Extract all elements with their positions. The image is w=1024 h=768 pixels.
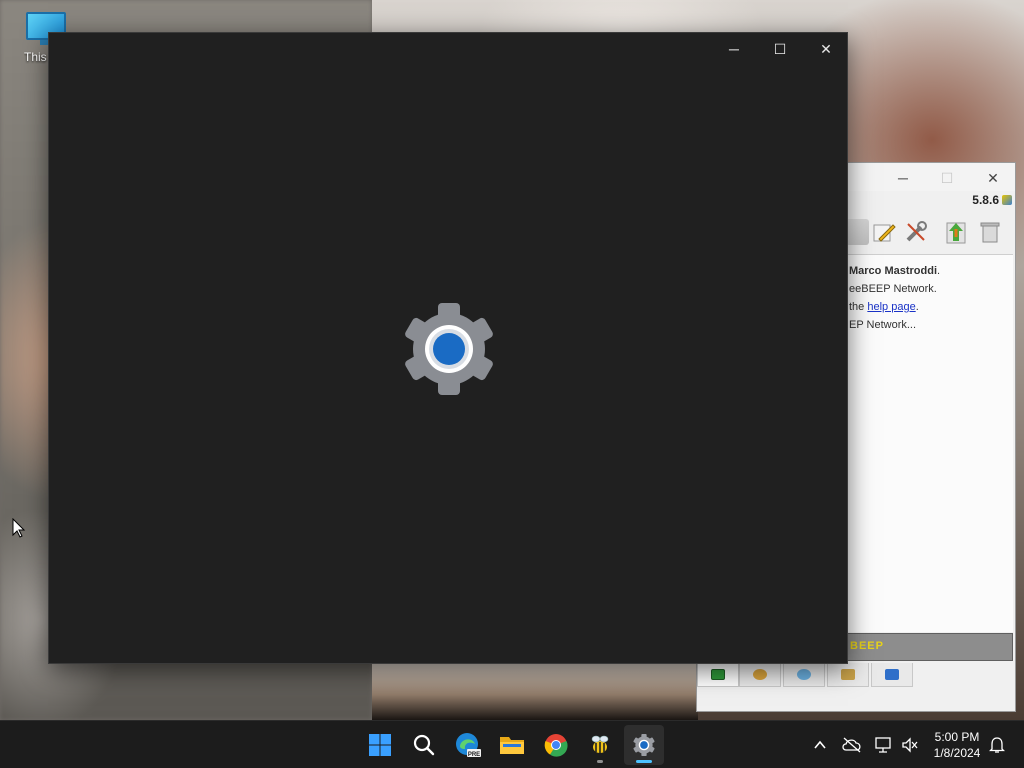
- settings-gear-icon: [633, 733, 655, 757]
- chrome-icon[interactable]: [536, 725, 576, 765]
- svg-text:PRE: PRE: [468, 752, 480, 758]
- bee-icon[interactable]: [580, 725, 620, 765]
- clock-date: 1/8/2024: [933, 746, 981, 760]
- edit-pencil-icon[interactable]: [871, 219, 897, 245]
- chevron-up-icon[interactable]: [808, 733, 832, 757]
- system-clock[interactable]: 5:00 PM 1/8/2024: [926, 729, 988, 761]
- network-tab-icon[interactable]: [827, 663, 869, 687]
- tools-icon[interactable]: [903, 219, 929, 245]
- users-tab-icon[interactable]: [739, 663, 781, 687]
- edge-pre-icon[interactable]: PRE: [448, 725, 488, 765]
- windows-start-icon[interactable]: [360, 725, 400, 765]
- taskbar: PRE 5:00 PM 1/8/2024: [0, 720, 1024, 768]
- taskbar-settings-button[interactable]: [624, 725, 664, 765]
- beebeep-banner-text: BEEP: [850, 640, 884, 652]
- settings-gear-icon: [405, 303, 493, 395]
- settings-maximize-button[interactable]: ☐: [757, 33, 803, 65]
- groups-tab-icon[interactable]: [783, 663, 825, 687]
- beebeep-bottom-tabs: [697, 663, 1013, 689]
- delete-icon[interactable]: [977, 219, 1003, 245]
- chat-tab-icon[interactable]: [697, 663, 739, 687]
- search-icon[interactable]: [404, 725, 444, 765]
- help-page-link[interactable]: help page: [867, 301, 915, 313]
- wallpaper-bottom-photo: [372, 664, 698, 720]
- update-icon[interactable]: [943, 219, 969, 245]
- welcome-line-help: the help page.: [849, 301, 919, 313]
- cloud-offline-icon[interactable]: [840, 733, 864, 757]
- clock-time: 5:00 PM: [934, 730, 980, 744]
- welcome-line-network: eeBEEP Network.: [849, 283, 937, 295]
- folder-icon[interactable]: [492, 725, 532, 765]
- beebeep-logo-icon: [1002, 195, 1012, 205]
- welcome-line-status: EP Network...: [849, 319, 917, 331]
- beebeep-minimize-button[interactable]: ─: [881, 167, 925, 189]
- beebeep-close-button[interactable]: ✕: [971, 167, 1015, 189]
- volume-muted-icon[interactable]: [898, 733, 922, 757]
- beebeep-maximize-button[interactable]: ☐: [925, 167, 969, 189]
- mouse-cursor-icon: [12, 518, 26, 538]
- active-indicator: [636, 760, 652, 763]
- network-icon[interactable]: [872, 733, 896, 757]
- share-tab-icon[interactable]: [871, 663, 913, 687]
- settings-close-button[interactable]: ✕: [803, 33, 849, 65]
- running-indicator: [597, 760, 603, 763]
- settings-minimize-button[interactable]: ─: [711, 33, 757, 65]
- settings-window[interactable]: ─ ☐ ✕: [48, 32, 848, 664]
- bell-icon[interactable]: [985, 733, 1009, 757]
- welcome-line-author: Marco Mastroddi.: [849, 265, 941, 277]
- beebeep-version: 5.8.6: [972, 193, 999, 207]
